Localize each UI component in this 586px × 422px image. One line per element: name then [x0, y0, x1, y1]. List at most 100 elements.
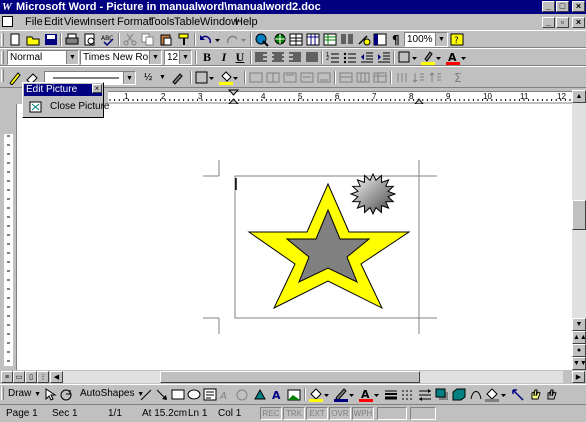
fill-color-dropdown-icon[interactable] [323, 387, 331, 402]
doc-close-button[interactable]: × [572, 17, 585, 28]
menu-help[interactable]: Help [235, 16, 258, 29]
free-rotate-icon[interactable] [58, 387, 74, 402]
doc-restore-button[interactable]: ▫ [556, 17, 569, 28]
menu-window[interactable]: Window [200, 16, 239, 29]
shading-dropdown-icon[interactable] [232, 70, 240, 85]
arrow-style-icon[interactable] [417, 387, 433, 402]
web-toolbar-icon[interactable] [272, 32, 288, 47]
edit-picture-close-button[interactable]: × [92, 84, 102, 93]
redo-icon[interactable] [224, 32, 240, 47]
document-icon[interactable] [2, 16, 13, 27]
minimize-button[interactable]: _ [542, 1, 555, 12]
underline-button[interactable]: U [232, 50, 248, 65]
decrease-indent-icon[interactable] [359, 50, 375, 65]
autoshapes-menu-button[interactable]: AutoShapes ▼ [80, 388, 144, 399]
menu-edit[interactable]: Edit [44, 16, 63, 29]
arrow-icon[interactable] [154, 387, 170, 402]
fill-dropdown-icon[interactable] [484, 387, 500, 402]
insert-picture-icon[interactable] [286, 387, 302, 402]
pen-icon[interactable] [7, 70, 23, 85]
menu-table[interactable]: Table [174, 16, 200, 29]
print-preview-icon[interactable] [82, 32, 98, 47]
edit-points-icon[interactable] [468, 387, 484, 402]
bullets-icon[interactable] [342, 50, 358, 65]
oval-icon[interactable] [186, 387, 202, 402]
office-assistant-icon[interactable]: ? [449, 32, 465, 47]
horizontal-scroll-thumb[interactable] [160, 371, 420, 383]
picture-canvas[interactable] [17, 104, 573, 370]
menu-view[interactable]: View [64, 16, 88, 29]
text-box-icon[interactable] [202, 387, 218, 402]
menu-tools[interactable]: Tools [149, 16, 175, 29]
status-rec[interactable]: REC [260, 407, 282, 420]
normal-view-icon[interactable]: ≡ [1, 371, 13, 383]
spelling-icon[interactable]: ABC [100, 32, 116, 47]
undo-icon[interactable] [198, 32, 214, 47]
justify-icon[interactable] [304, 50, 320, 65]
scroll-left-icon[interactable]: ◀ [50, 371, 63, 383]
close-picture-button[interactable]: Close Picture [50, 101, 109, 112]
highlight-icon[interactable] [420, 50, 436, 65]
indent-marker-icon[interactable] [228, 89, 240, 105]
print-icon[interactable] [64, 32, 80, 47]
horizontal-scrollbar[interactable]: ≡ ▭ ▯ ⋮ ◀ ▶ [0, 370, 586, 384]
vertical-scrollbar[interactable]: ▲ ▼ ▲▲ ● ▼▼ [572, 90, 586, 370]
line-color-dropdown-icon[interactable] [348, 387, 356, 402]
font-color-draw-icon[interactable]: A [358, 387, 374, 402]
right-indent-marker-icon[interactable] [414, 89, 424, 105]
select-browse-object-icon[interactable]: ● [572, 344, 586, 357]
insert-wordart-icon[interactable]: A [270, 387, 286, 402]
align-right-icon[interactable] [287, 50, 303, 65]
style-select[interactable]: Normal ▼ [7, 50, 79, 65]
document-map-icon[interactable] [372, 32, 388, 47]
highlight-dropdown-icon[interactable] [435, 50, 443, 65]
hyperlink-icon[interactable] [254, 32, 270, 47]
explosion-shape[interactable] [349, 172, 397, 216]
set-transparent-icon[interactable] [510, 387, 526, 402]
doc-minimize-button[interactable]: _ [542, 17, 555, 28]
scroll-down-icon[interactable]: ▼ [572, 318, 586, 331]
scroll-up-icon[interactable]: ▲ [572, 90, 586, 103]
italic-button[interactable]: I [216, 50, 232, 65]
save-icon[interactable] [43, 32, 59, 47]
menu-insert[interactable]: Insert [87, 16, 115, 29]
zoom-select[interactable]: 100% ▼ [404, 32, 448, 47]
border-dropdown-icon[interactable] [411, 50, 419, 65]
close-picture-icon[interactable] [29, 100, 43, 114]
bold-button[interactable]: B [199, 50, 215, 65]
drawing-icon[interactable] [356, 32, 372, 47]
insert-excel-icon[interactable] [322, 32, 338, 47]
hand-icon[interactable] [528, 387, 544, 402]
lasso-icon[interactable] [544, 387, 560, 402]
maximize-button[interactable]: □ [556, 1, 569, 12]
open-icon[interactable] [25, 32, 41, 47]
fill-more-dropdown-icon[interactable] [500, 387, 508, 402]
columns-icon[interactable] [339, 32, 355, 47]
3d-icon[interactable] [451, 387, 467, 402]
status-ext[interactable]: EXT [306, 407, 328, 420]
document-canvas[interactable] [16, 104, 572, 370]
select-objects-icon[interactable] [42, 387, 58, 402]
scroll-right-icon[interactable]: ▶ [572, 371, 585, 383]
shadow-icon[interactable] [434, 387, 450, 402]
undo-dropdown-icon[interactable] [214, 32, 222, 47]
status-ovr[interactable]: OVR [329, 407, 351, 420]
previous-page-icon[interactable]: ▲▲ [572, 331, 586, 344]
dash-style-icon[interactable] [400, 387, 416, 402]
outline-view-icon[interactable]: ⋮ [37, 371, 49, 383]
center-icon[interactable] [270, 50, 286, 65]
format-painter-icon[interactable] [176, 32, 192, 47]
show-hide-icon[interactable]: ¶ [389, 32, 405, 47]
font-color-icon[interactable]: A [445, 50, 461, 65]
font-color-draw-dropdown-icon[interactable] [373, 387, 381, 402]
new-icon[interactable] [7, 32, 23, 47]
close-button[interactable]: × [572, 1, 585, 12]
insert-table-icon[interactable] [305, 32, 321, 47]
insert-clip-art-icon[interactable] [252, 387, 268, 402]
print-layout-icon[interactable]: ▯ [25, 371, 37, 383]
font-color-dropdown-icon[interactable] [460, 50, 468, 65]
font-size-select[interactable]: 12 ▼ [164, 50, 192, 65]
web-layout-icon[interactable]: ▭ [13, 371, 25, 383]
paste-icon[interactable] [158, 32, 174, 47]
numbering-icon[interactable]: 12 [325, 50, 341, 65]
